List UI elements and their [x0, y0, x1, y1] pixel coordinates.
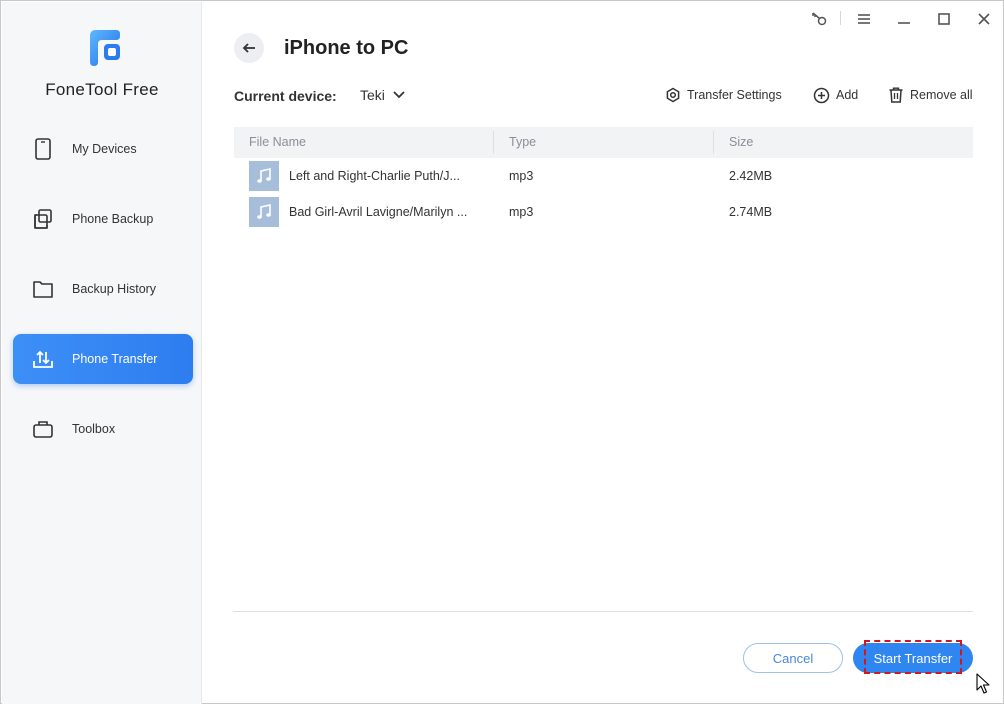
file-table: File Name Type Size Left and Right-Charl…: [234, 127, 973, 230]
table-row[interactable]: Left and Right-Charlie Puth/J... mp3 2.4…: [234, 158, 973, 194]
transfer-settings-label: Transfer Settings: [687, 88, 782, 102]
add-button[interactable]: Add: [813, 85, 858, 105]
file-type: mp3: [509, 169, 534, 183]
file-size: 2.42MB: [729, 169, 773, 183]
plus-circle-icon: [813, 87, 830, 103]
sidebar-item-backup-history[interactable]: Backup History: [13, 264, 193, 314]
sidebar-item-my-devices[interactable]: My Devices: [13, 124, 193, 174]
folder-icon: [32, 278, 54, 300]
column-header-type[interactable]: Type: [509, 127, 536, 158]
control-separator: [840, 11, 841, 25]
fonetool-logo-icon: [84, 28, 124, 68]
briefcase-icon: [32, 418, 54, 440]
close-icon[interactable]: [973, 9, 995, 29]
music-file-icon: [249, 161, 279, 191]
phone-icon: [32, 138, 54, 160]
file-size: 2.74MB: [729, 205, 773, 219]
minimize-icon[interactable]: [893, 9, 915, 29]
sidebar-item-label: Toolbox: [72, 422, 116, 436]
key-icon[interactable]: [808, 9, 830, 29]
gear-icon: [666, 87, 680, 103]
transfer-settings-button[interactable]: Transfer Settings: [665, 85, 782, 105]
add-label: Add: [836, 88, 859, 102]
sidebar-item-label: Phone Backup: [72, 212, 154, 226]
trash-icon: [889, 87, 903, 103]
back-button[interactable]: [234, 33, 264, 63]
file-name: Left and Right-Charlie Puth/J...: [289, 169, 460, 183]
file-type: mp3: [509, 205, 534, 219]
sidebar-item-toolbox[interactable]: Toolbox: [13, 404, 193, 454]
column-header-file-name[interactable]: File Name: [249, 127, 306, 158]
mouse-cursor-icon: [976, 673, 990, 695]
footer-divider: [233, 611, 973, 612]
app-window: FoneTool Free My Devices Phone Backup Ba…: [0, 0, 1004, 704]
remove-all-label: Remove all: [910, 88, 973, 102]
sidebar-item-phone-backup[interactable]: Phone Backup: [13, 194, 193, 244]
table-row[interactable]: Bad Girl-Avril Lavigne/Marilyn ... mp3 2…: [234, 194, 973, 230]
sidebar-item-label: Phone Transfer: [72, 352, 158, 366]
sidebar-item-label: My Devices: [72, 142, 137, 156]
table-header: File Name Type Size: [234, 127, 973, 158]
sidebar: FoneTool Free My Devices Phone Backup Ba…: [2, 2, 202, 704]
maximize-icon[interactable]: [933, 9, 955, 29]
copy-icon: [32, 208, 54, 230]
file-name: Bad Girl-Avril Lavigne/Marilyn ...: [289, 205, 468, 219]
transfer-icon: [32, 348, 54, 370]
column-divider: [493, 131, 494, 154]
cancel-button[interactable]: Cancel: [743, 643, 843, 673]
sidebar-item-phone-transfer[interactable]: Phone Transfer: [13, 334, 193, 384]
column-header-size[interactable]: Size: [729, 127, 753, 158]
chevron-down-icon: [393, 91, 405, 99]
current-device-label: Current device:: [234, 88, 337, 104]
sidebar-item-label: Backup History: [72, 282, 157, 296]
app-name: FoneTool Free: [45, 80, 159, 99]
arrow-left-icon: [242, 43, 255, 53]
device-select[interactable]: Teki: [360, 87, 405, 103]
remove-all-button[interactable]: Remove all: [888, 85, 973, 105]
music-file-icon: [249, 197, 279, 227]
menu-icon[interactable]: [853, 9, 875, 29]
start-transfer-button[interactable]: Start Transfer: [853, 643, 973, 673]
column-divider: [713, 131, 714, 154]
page-title: iPhone to PC: [284, 37, 409, 59]
device-select-value: Teki: [360, 87, 385, 103]
